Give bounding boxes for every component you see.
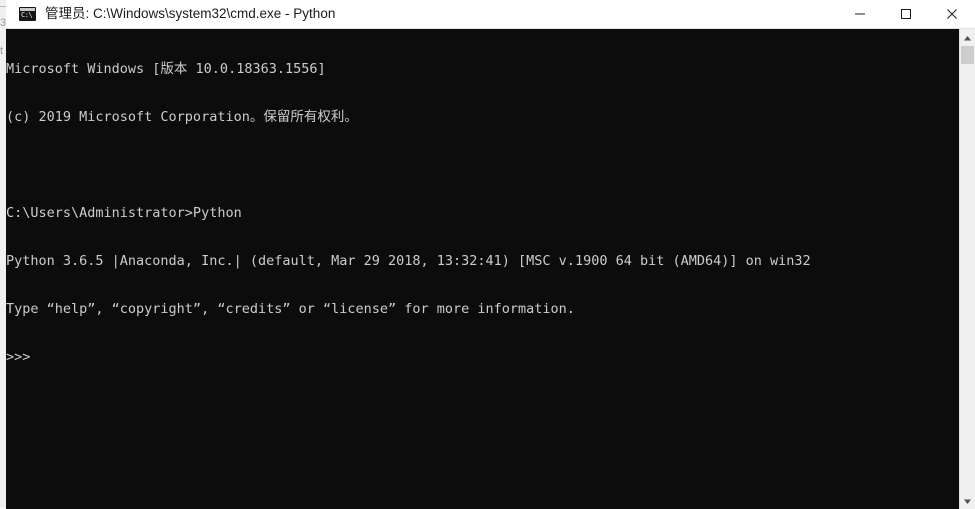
cmd-window: C:\ 管理员: C:\Windows\system32\cmd.exe - P… [6,0,975,508]
scroll-up-button[interactable] [960,29,975,46]
titlebar[interactable]: C:\ 管理员: C:\Windows\system32\cmd.exe - P… [6,0,975,29]
maximize-button[interactable] [883,0,929,28]
console-line: Microsoft Windows [版本 10.0.18363.1556] [6,61,959,77]
console-line: Type “help”, “copyright”, “credits” or “… [6,301,959,317]
window-title: 管理员: C:\Windows\system32\cmd.exe - Pytho… [45,0,335,28]
console-line: C:\Users\Administrator>Python [6,205,959,221]
console-line [6,157,959,173]
maximize-icon [900,8,912,20]
scroll-track[interactable] [960,46,975,492]
close-button[interactable] [929,0,975,28]
minimize-button[interactable] [837,0,883,28]
scroll-up-icon [963,29,972,47]
minimize-icon [854,8,866,20]
console-line: Python 3.6.5 |Anaconda, Inc.| (default, … [6,253,959,269]
console-scrollbar[interactable] [959,29,975,509]
scroll-down-button[interactable] [960,492,975,509]
scroll-thumb[interactable] [961,46,974,64]
close-icon [946,8,958,20]
window-controls [837,0,975,28]
cmd-icon-prompt-text: C:\ [21,11,32,19]
console-output-area[interactable]: Microsoft Windows [版本 10.0.18363.1556] (… [6,29,975,509]
console-prompt-line[interactable]: >>> [6,349,959,365]
console-text: Microsoft Windows [版本 10.0.18363.1556] (… [6,29,959,397]
scroll-down-icon [963,492,972,509]
background-strip-glyph-2: t [0,46,3,57]
cmd-console-icon: C:\ [19,7,36,21]
console-line: (c) 2019 Microsoft Corporation。保留所有权利。 [6,109,959,125]
